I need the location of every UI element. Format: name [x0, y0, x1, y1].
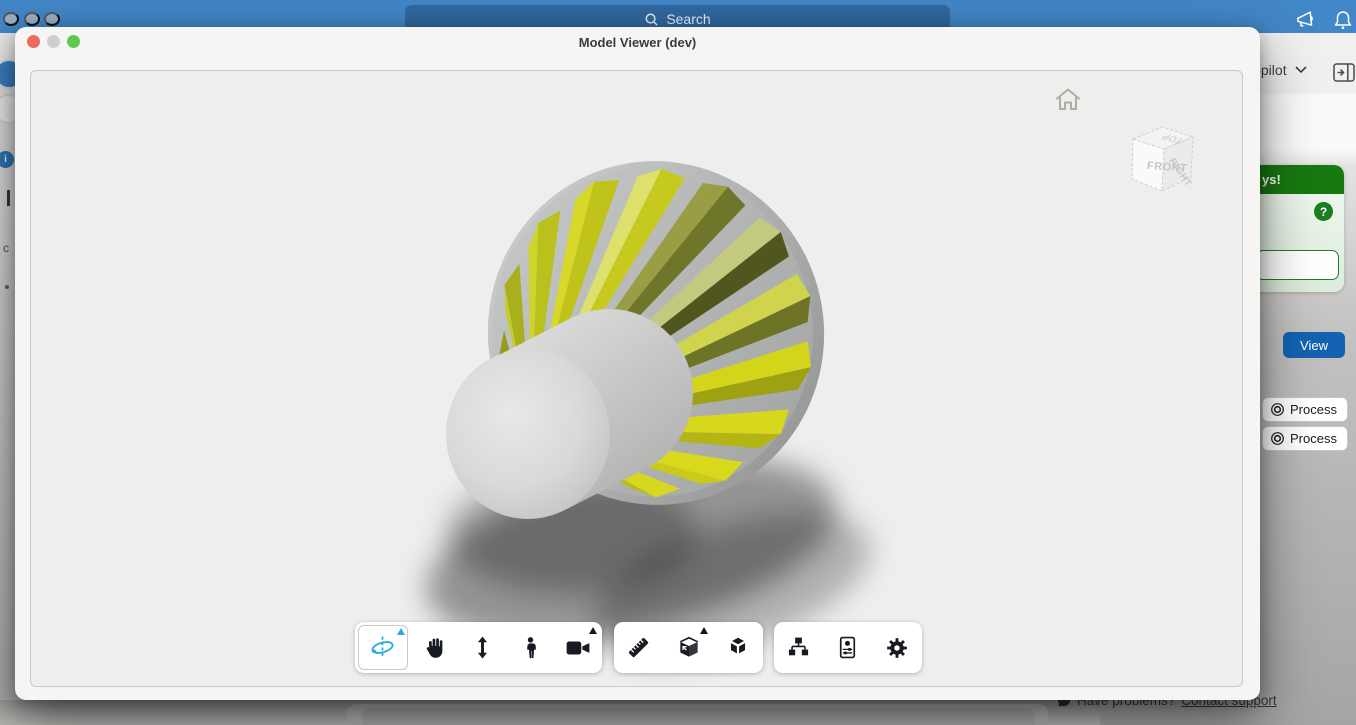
settings-button[interactable] — [873, 622, 922, 673]
properties-panel-icon — [835, 635, 860, 660]
model-3d-gear — [31, 71, 1242, 686]
tool-flyout-marker — [397, 628, 405, 635]
gear-hub — [446, 349, 610, 519]
window-minimize-button[interactable] — [47, 35, 60, 48]
announcements-icon[interactable] — [1294, 9, 1321, 31]
process-button-2[interactable]: Process — [1262, 426, 1348, 451]
target-icon — [1270, 402, 1285, 417]
pan-tool-button[interactable] — [411, 622, 459, 673]
orbit-icon — [369, 634, 396, 661]
tool-flyout-marker — [700, 627, 708, 634]
notifications-icon[interactable] — [1332, 9, 1354, 31]
tool-flyout-marker — [589, 627, 597, 634]
promo-card: ys! ? — [1248, 165, 1344, 292]
appearance-button[interactable] — [823, 622, 872, 673]
ruler-icon — [625, 634, 652, 661]
gear-icon — [884, 635, 910, 661]
text-fragment-c: c — [3, 241, 9, 255]
target-icon — [1270, 431, 1285, 446]
browser-tree-button[interactable] — [774, 622, 823, 673]
search-label: Search — [666, 11, 710, 27]
window-title: Model Viewer (dev) — [15, 27, 1260, 50]
bg-close-button[interactable] — [3, 12, 19, 26]
person-icon — [518, 635, 543, 660]
fit-tool-button[interactable] — [459, 622, 507, 673]
window-close-button[interactable] — [27, 35, 40, 48]
search-icon — [644, 12, 659, 27]
orbit-tool-button[interactable] — [358, 625, 408, 670]
toolbar-inspect-group — [614, 622, 763, 673]
bg-maximize-button[interactable] — [44, 12, 60, 26]
measure-tool-button[interactable] — [614, 622, 664, 673]
explode-tool-button[interactable] — [713, 622, 763, 673]
help-icon[interactable]: ? — [1314, 202, 1333, 221]
window-titlebar: Model Viewer (dev) — [15, 27, 1260, 57]
vertical-arrows-icon — [470, 635, 495, 660]
view-button[interactable]: View — [1283, 332, 1345, 358]
viewer-canvas[interactable]: FRONT RIGHT TOP — [30, 70, 1243, 687]
camera-icon — [565, 635, 591, 661]
desktop: Search Copilot ys! ? View Process Pro — [0, 0, 1356, 725]
model-viewer-window: Model Viewer (dev) FRONT RIGHT TOP — [15, 27, 1260, 700]
hierarchy-icon — [786, 635, 811, 660]
process-label: Process — [1290, 431, 1337, 446]
section-tool-button[interactable] — [664, 622, 714, 673]
process-label: Process — [1290, 402, 1337, 417]
promo-input[interactable] — [1256, 250, 1339, 280]
exploded-cube-icon — [725, 635, 751, 661]
background-panel-inner — [362, 708, 1035, 725]
bg-minimize-button[interactable] — [24, 12, 40, 26]
process-button-1[interactable]: Process — [1262, 397, 1348, 422]
info-icon[interactable]: i — [0, 151, 14, 168]
promo-card-title: ys! — [1248, 165, 1344, 194]
camera-tool-button[interactable] — [554, 622, 602, 673]
toolbar-navigation-group — [355, 622, 602, 673]
text-fragment-dot — [5, 285, 9, 289]
walk-tool-button[interactable] — [506, 622, 554, 673]
background-left-sidebar: i c — [0, 33, 16, 700]
section-box-icon — [676, 635, 702, 661]
toolbar-scene-group — [774, 622, 922, 673]
chevron-down-icon — [1295, 66, 1307, 74]
collapse-panel-button[interactable] — [1332, 63, 1356, 83]
text-fragment-bar — [7, 190, 10, 206]
hand-icon — [422, 635, 448, 661]
panel-right-icon — [1333, 63, 1355, 82]
window-maximize-button[interactable] — [67, 35, 80, 48]
